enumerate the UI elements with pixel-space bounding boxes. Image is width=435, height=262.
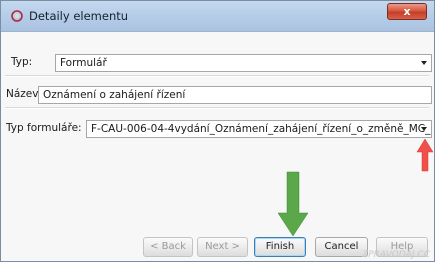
nazev-input[interactable]: Oznámení o zahájení řízení: [38, 86, 432, 104]
green-arrow-annotation-icon: [277, 171, 309, 237]
chevron-down-icon: [421, 61, 427, 65]
typ-select[interactable]: Formulář: [55, 54, 432, 72]
nazev-label: Název:: [6, 88, 42, 100]
finish-button[interactable]: Finish: [254, 237, 306, 257]
cancel-button[interactable]: Cancel: [315, 237, 368, 257]
chevron-down-icon: [421, 127, 427, 131]
typ-select-value: Formulář: [60, 57, 107, 69]
back-button[interactable]: < Back: [143, 237, 193, 257]
close-button[interactable]: x: [387, 3, 427, 20]
typ-label: Typ:: [11, 56, 33, 68]
divider-top: [5, 75, 429, 77]
red-arrow-annotation-icon: [416, 138, 434, 172]
typ-formulare-select[interactable]: F-CAU-006-04-4vydání_Oznámení_zahájení_ř…: [86, 120, 432, 138]
close-icon: x: [403, 5, 411, 18]
title-bar[interactable]: Detaily elementu x: [1, 1, 434, 32]
watermark: ZPRAVODAJ CC: [362, 250, 430, 260]
next-button[interactable]: Next >: [197, 237, 248, 257]
nazev-input-value: Oznámení o zahájení řízení: [43, 89, 186, 101]
typ-formulare-label: Typ formuláře:: [6, 122, 82, 134]
typ-formulare-select-value: F-CAU-006-04-4vydání_Oznámení_zahájení_ř…: [91, 123, 432, 135]
divider-middle: [5, 107, 429, 109]
window-title: Detaily elementu: [29, 9, 129, 23]
app-logo-icon: [11, 10, 23, 22]
dialog-window: Detaily elementu x Typ: Formulář Název: …: [0, 0, 435, 262]
